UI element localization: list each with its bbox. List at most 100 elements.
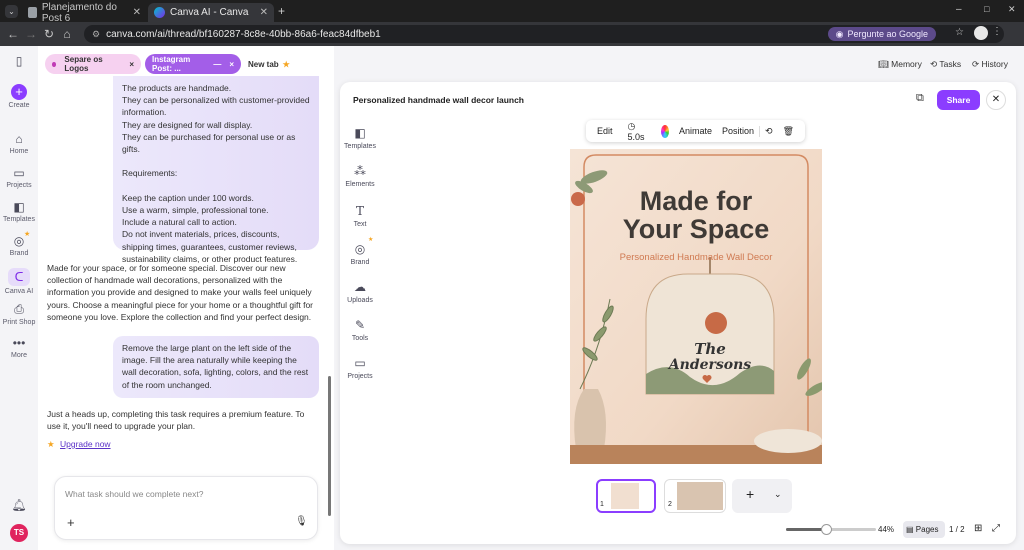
design-canvas[interactable]: Made for Your Space Personalized Handmad… [570,149,822,464]
tool-label: Brand [350,259,370,266]
rail-print-shop[interactable]: ⎙ Print Shop [0,302,38,326]
profile-avatar[interactable] [974,26,988,40]
browser-tab-bar: ⌄ Planejamento do Post 6 ✕ Canva AI - Ca… [0,0,1024,24]
chip-close-icon[interactable]: × [229,60,234,69]
tool-templates[interactable]: ◧ Templates [340,126,380,150]
minimize-button[interactable]: – [956,4,962,15]
rail-more[interactable]: ••• More [0,336,38,359]
ask-google-button[interactable]: ◉ Pergunte ao Google [827,27,936,41]
tool-uploads[interactable]: ☁ Uploads [340,280,380,304]
knit-blanket [754,429,822,453]
upgrade-link[interactable]: ★ Upgrade now [47,439,111,450]
clock-icon: ◷ [627,120,636,131]
rail-label: Templates [3,216,35,223]
page-thumbnail-1[interactable]: 1 [596,479,656,513]
animate-button[interactable]: Animate [674,126,717,136]
memory-button[interactable]: 📖︎ Memory [878,59,922,70]
add-page-button[interactable]: + ⌄ [732,479,792,513]
maximize-button[interactable]: □ [984,4,989,14]
new-tab-button[interactable]: + [278,4,285,18]
site-info-icon[interactable]: ⚙ [92,29,100,40]
rail-label: Canva AI [4,288,34,295]
pages-label: Pages [915,525,939,534]
rail-label: More [11,352,27,359]
position-button[interactable]: Position [717,126,759,136]
rail-label: Home [9,148,29,155]
rail-create[interactable]: + Create [0,84,38,109]
plus-icon: + [11,84,27,100]
sign-line-2: Andersons [668,357,752,373]
browser-menu-icon[interactable]: ⋮ [992,26,1002,37]
compose-box[interactable]: What task should we complete next? + 🎙︎ [54,476,318,540]
chip-instagram-post[interactable]: Instagram Post: ... — × [145,54,241,74]
fullscreen-icon[interactable]: ⤢ [992,523,1000,534]
design-subhead[interactable]: Personalized Handmade Wall Decor [570,252,822,263]
zoom-level[interactable]: 44% [878,525,894,534]
color-picker-button[interactable] [661,124,669,138]
left-rail: ▯ + Create ⌂ Home ▭ Projects ◧ Templates ◎ B… [0,46,38,550]
forward-icon[interactable]: → [22,27,40,41]
user-message-bubble: The products are handmade. They can be p… [113,76,319,264]
chat-scrollbar[interactable] [328,376,331,516]
rail-canva-ai[interactable]: ᑕ Canva AI [0,268,38,295]
home-icon[interactable]: ⌂ [58,27,76,41]
tool-elements[interactable]: ⁂ Elements [340,164,380,188]
url-field[interactable]: ⚙ canva.com/ai/thread/bf160287-8c8e-40bb… [84,25,1004,43]
chip-separe-os-logos[interactable]: Separe os Logos × [45,54,141,74]
design-headline[interactable]: Made for Your Space [570,187,822,243]
pages-button[interactable]: ▤ Pages [903,521,945,538]
back-icon[interactable]: ← [4,27,22,41]
compose-input[interactable]: What task should we complete next? [65,489,203,499]
templates-icon: ◧ [13,200,25,214]
grid-view-icon[interactable]: ⊞ [974,523,982,534]
comment-icon[interactable]: ⟲ [759,125,778,137]
user-message-bubble: Remove the large plant on the left side … [113,336,319,398]
reload-icon[interactable]: ↻ [40,27,58,41]
memory-label: Memory [891,59,922,69]
tasks-button[interactable]: ⟲ Tasks [930,59,961,70]
tool-projects[interactable]: ▭ Projects [340,356,380,380]
sidebar-toggle-icon: ▯ [15,54,23,68]
add-attachment-icon[interactable]: + [67,515,75,530]
close-window-button[interactable]: ✕ [1008,4,1016,15]
elements-icon: ⁂ [354,164,366,178]
rail-projects[interactable]: ▭ Projects [0,166,38,189]
tool-text[interactable]: T Text [340,204,380,228]
avatar[interactable]: TS [10,524,28,542]
notifications-button[interactable]: 🔔︎ [0,498,38,514]
premium-crown-icon: ★ [368,237,374,243]
chevron-down-icon[interactable]: ⌄ [774,489,782,500]
sidebar-toggle[interactable]: ▯ [0,54,38,70]
share-button[interactable]: Share [937,90,980,110]
close-tab-icon[interactable]: ✕ [133,7,141,18]
tab-search-button[interactable]: ⌄ [5,5,18,18]
close-tab-icon[interactable]: ✕ [260,7,268,18]
timer-button[interactable]: ◷ 5.0s [618,121,657,142]
tool-brand[interactable]: ◎ Brand [340,242,380,266]
chip-minimize-icon[interactable]: — [213,60,221,69]
bookmark-star-icon[interactable]: ☆ [955,27,964,38]
rail-label: Print Shop [2,319,36,326]
chip-new-tab[interactable]: New tab ★ [241,54,301,74]
open-external-icon[interactable]: ⧉ [916,92,924,105]
tools-icon: ✎ [354,318,366,332]
browser-tab-planejamento[interactable]: Planejamento do Post 6 ✕ [22,2,147,24]
zoom-slider-handle[interactable] [820,524,832,535]
rail-brand[interactable]: ◎ Brand [0,234,38,257]
zoom-slider[interactable] [786,524,876,535]
assistant-reply: Made for your space, or for someone spec… [47,263,314,322]
history-button[interactable]: ⟳ History [972,59,1008,70]
edit-button[interactable]: Edit [592,126,618,136]
browser-address-bar: ← → ↻ ⌂ ⚙ canva.com/ai/thread/bf160287-8… [0,22,1024,46]
google-lens-icon: ◉ [835,28,844,39]
close-icon[interactable]: ✕ [986,90,1006,110]
microphone-icon[interactable]: 🎙︎ [295,516,308,527]
chip-close-icon[interactable]: × [129,60,134,69]
browser-tab-canva[interactable]: Canva AI - Canva ✕ [148,3,274,22]
page-thumbnail-2[interactable]: 2 [664,479,726,513]
rail-templates[interactable]: ◧ Templates [0,200,38,223]
premium-crown-icon: ★ [24,231,31,238]
rail-home[interactable]: ⌂ Home [0,132,38,155]
trash-icon[interactable]: 🗑︎ [778,126,799,137]
tool-tools[interactable]: ✎ Tools [340,318,380,342]
